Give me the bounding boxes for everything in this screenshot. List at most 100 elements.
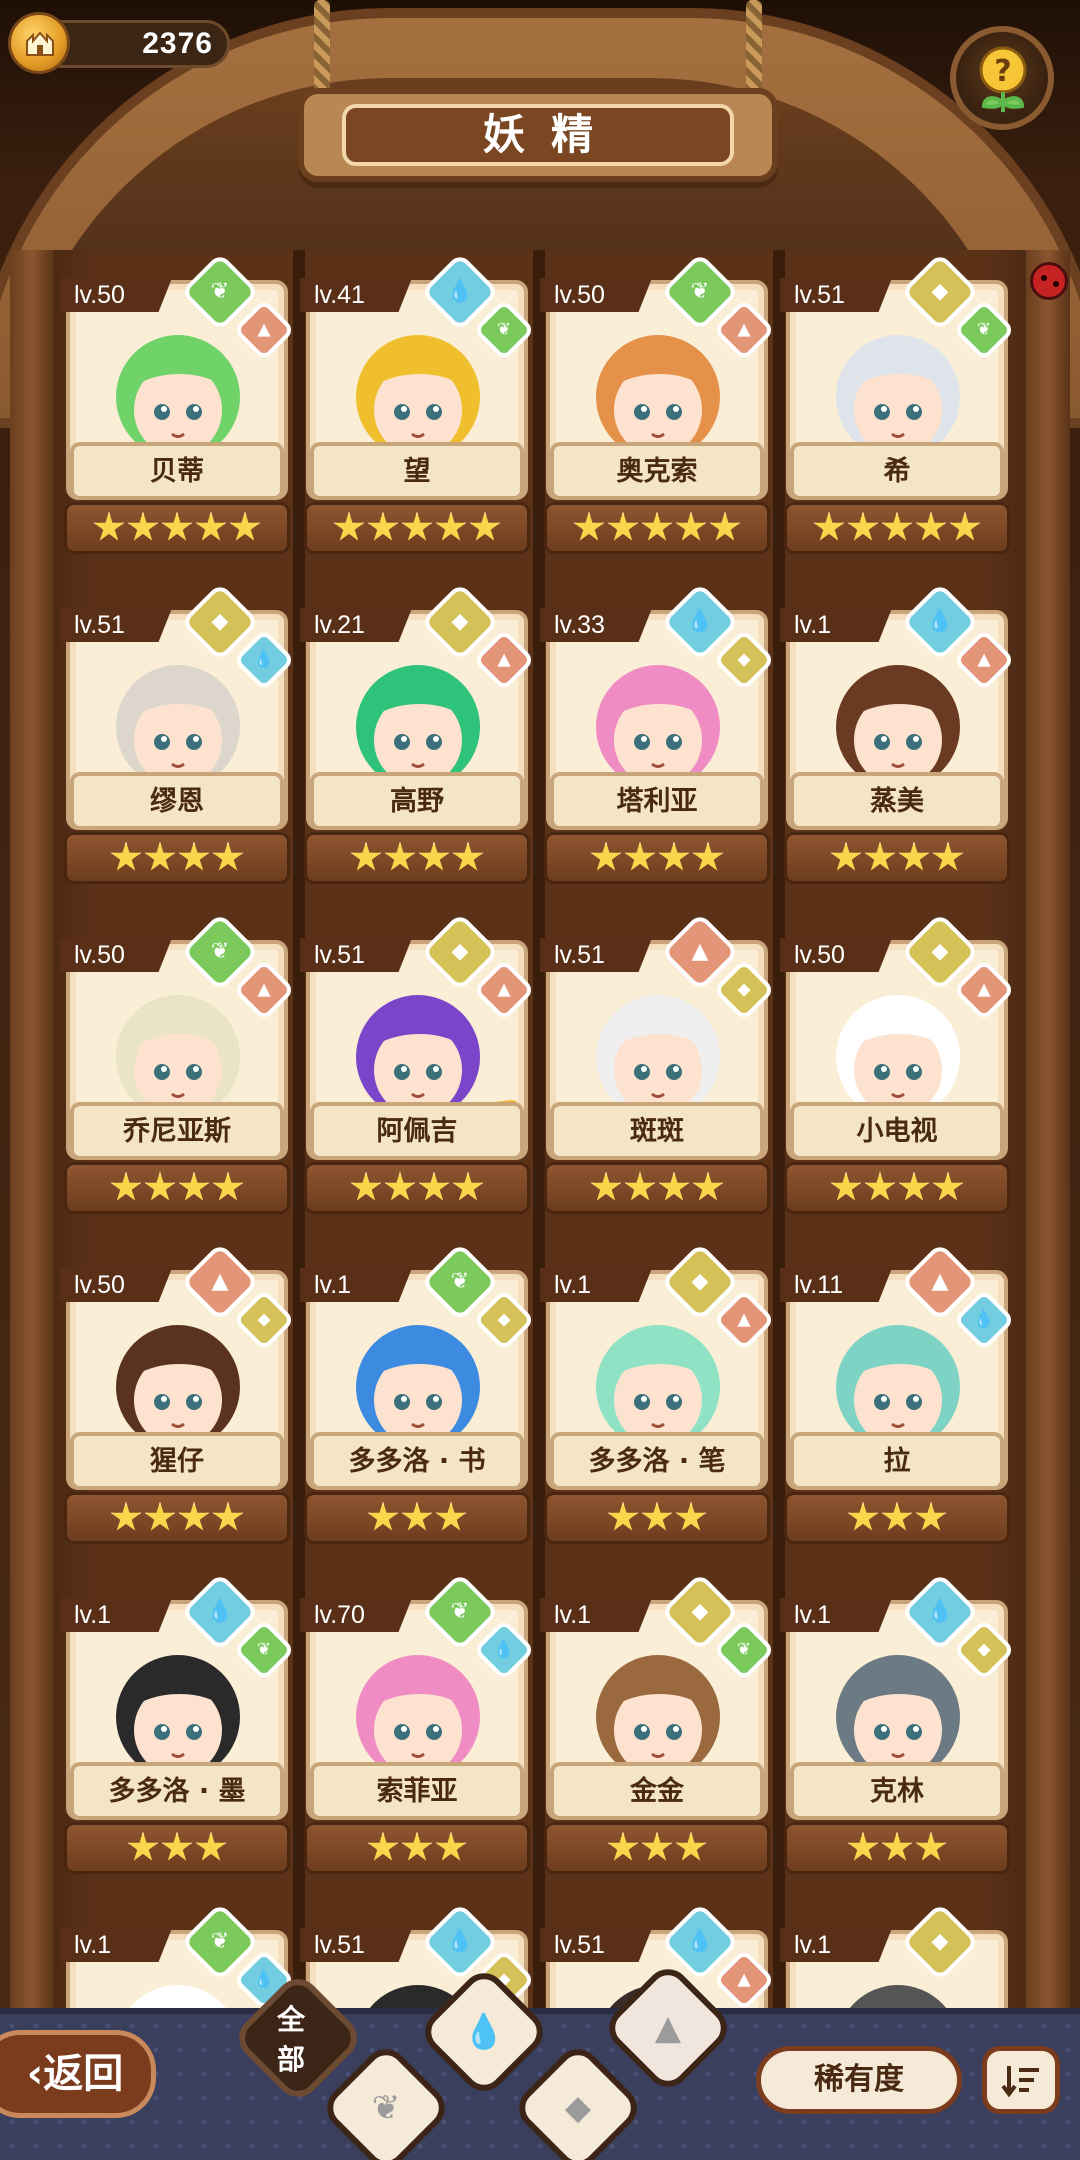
back-label: 返回 xyxy=(43,2051,124,2097)
star-icon xyxy=(93,511,125,541)
ladybug-icon[interactable] xyxy=(1030,262,1068,300)
star-icon xyxy=(401,1831,433,1861)
star-icon xyxy=(350,841,382,871)
sort-rarity-label: 稀有度 xyxy=(814,2062,904,2097)
star-icon xyxy=(178,1171,210,1201)
fairy-card[interactable]: lv.50 ◆ ▲ 小电视 xyxy=(780,912,1016,1236)
level-label: lv.1 xyxy=(60,1928,172,1962)
name-scroll: 斑斑 xyxy=(550,1102,764,1160)
fairy-card[interactable]: lv.1 💧 ◆ 克林 xyxy=(780,1572,1016,1896)
fairy-name: 索菲亚 xyxy=(376,1776,458,1807)
star-icon xyxy=(367,1501,399,1531)
level-label: lv.1 xyxy=(540,1268,652,1302)
fairy-card[interactable]: lv.21 ◆ ▲ 高野 xyxy=(300,582,536,906)
fairy-name: 缪恩 xyxy=(150,786,204,817)
fairy-card[interactable]: lv.33 💧 ◆ 塔利亚 xyxy=(540,582,776,906)
right-pillar xyxy=(1026,250,1070,2020)
fairy-card[interactable]: lv.50 ❦ ▲ 乔尼亚斯 xyxy=(60,912,296,1236)
fairy-card[interactable]: lv.1 ❦ ◆ 多多洛 · 书 xyxy=(300,1242,536,1566)
back-chevron-icon: ‹ xyxy=(26,2051,44,2097)
back-button[interactable]: ‹返回 xyxy=(0,2030,156,2118)
fairy-card[interactable]: lv.51 ◆ ❦ 希 xyxy=(780,252,1016,576)
fairy-card[interactable]: lv.50 ▲ ◆ 猩仔 xyxy=(60,1242,296,1566)
name-scroll: 塔利亚 xyxy=(550,772,764,830)
fairy-card[interactable]: lv.1 ◆ ▲ 多多洛 · 笔 xyxy=(540,1242,776,1566)
water-drop-icon: 💧 xyxy=(462,2012,506,2052)
help-sprout-icon: ? xyxy=(979,46,1027,112)
sort-rarity-button[interactable]: 稀有度 xyxy=(756,2046,962,2114)
star-rating xyxy=(544,1492,770,1544)
star-icon xyxy=(212,1171,244,1201)
star-icon xyxy=(881,1501,913,1531)
earth-icon: ◆ xyxy=(564,2088,592,2128)
fairy-card[interactable]: lv.51◆▲可成长阿佩吉 xyxy=(300,912,536,1236)
fairy-card[interactable]: lv.41 💧 ❦ 望 xyxy=(300,252,536,576)
name-scroll: 猩仔 xyxy=(70,1432,284,1490)
star-icon xyxy=(229,511,261,541)
fairy-name: 斑斑 xyxy=(630,1116,684,1147)
star-icon xyxy=(418,1171,450,1201)
star-icon xyxy=(949,511,981,541)
fairy-card[interactable]: lv.70 ❦ 💧 索菲亚 xyxy=(300,1572,536,1896)
level-label: lv.50 xyxy=(60,278,172,312)
star-icon xyxy=(830,1171,862,1201)
sort-order-button[interactable] xyxy=(982,2046,1060,2114)
name-scroll: 小电视 xyxy=(790,1102,1004,1160)
star-icon xyxy=(932,1171,964,1201)
star-icon xyxy=(384,1171,416,1201)
star-rating xyxy=(544,502,770,554)
fairy-card[interactable]: lv.51 ◆ 💧 缪恩 xyxy=(60,582,296,906)
level-label: lv.11 xyxy=(780,1268,892,1302)
fairy-card[interactable]: lv.50 ❦ ▲ 贝蒂 xyxy=(60,252,296,576)
star-icon xyxy=(658,841,690,871)
fairy-card[interactable]: lv.11 ▲ 💧 拉 xyxy=(780,1242,1016,1566)
fairy-card[interactable]: lv.51 ▲ ◆ 斑斑 xyxy=(540,912,776,1236)
star-icon xyxy=(864,841,896,871)
fairy-name: 高野 xyxy=(390,786,444,817)
star-rating xyxy=(304,502,530,554)
star-rating xyxy=(784,832,1010,884)
star-icon xyxy=(435,1501,467,1531)
star-icon xyxy=(915,1501,947,1531)
fairy-name: 贝蒂 xyxy=(150,456,204,487)
star-icon xyxy=(624,1171,656,1201)
star-rating xyxy=(784,1822,1010,1874)
star-rating xyxy=(64,502,290,554)
level-label: lv.50 xyxy=(780,938,892,972)
star-icon xyxy=(367,511,399,541)
star-icon xyxy=(110,841,142,871)
fairy-card[interactable]: lv.1 💧 ▲ 蒸美 xyxy=(780,582,1016,906)
svg-text:?: ? xyxy=(994,54,1011,89)
fairy-name: 乔尼亚斯 xyxy=(123,1116,231,1147)
fairy-name: 多多洛 · 墨 xyxy=(108,1776,246,1807)
fairy-name: 克林 xyxy=(870,1776,924,1807)
sort-order-icon xyxy=(1001,2066,1039,2098)
star-rating xyxy=(304,1822,530,1874)
fairy-name: 金金 xyxy=(630,1776,684,1807)
star-icon xyxy=(195,511,227,541)
name-scroll: 奥克索 xyxy=(550,442,764,500)
star-icon xyxy=(573,511,605,541)
level-label: lv.51 xyxy=(540,938,652,972)
fairy-card[interactable]: lv.1 💧 ❦ 多多洛 · 墨 xyxy=(60,1572,296,1896)
star-rating xyxy=(544,1162,770,1214)
fairy-name: 奥克索 xyxy=(616,456,698,487)
level-label: lv.51 xyxy=(300,1928,412,1962)
name-scroll: 多多洛 · 墨 xyxy=(70,1762,284,1820)
star-icon xyxy=(590,1171,622,1201)
star-rating xyxy=(544,832,770,884)
star-rating xyxy=(64,1162,290,1214)
star-icon xyxy=(675,511,707,541)
star-icon xyxy=(110,1171,142,1201)
star-icon xyxy=(590,841,622,871)
name-scroll: 希 xyxy=(790,442,1004,500)
star-icon xyxy=(212,841,244,871)
fairy-card[interactable]: lv.1 ◆ ❦ 金金 xyxy=(540,1572,776,1896)
help-button[interactable]: ? xyxy=(950,26,1054,130)
fairy-card[interactable]: lv.50 ❦ ▲ 奥克索 xyxy=(540,252,776,576)
name-scroll: 克林 xyxy=(790,1762,1004,1820)
star-icon xyxy=(178,1501,210,1531)
star-icon xyxy=(333,511,365,541)
name-scroll: 金金 xyxy=(550,1762,764,1820)
star-icon xyxy=(195,1831,227,1861)
